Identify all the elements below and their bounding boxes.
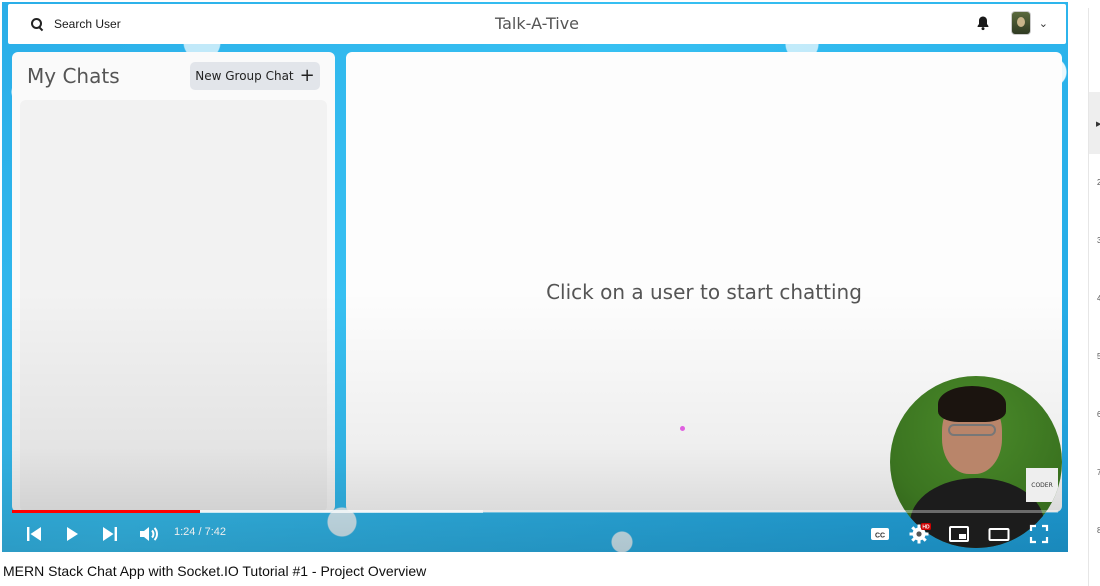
fullscreen-icon[interactable] (1027, 522, 1051, 546)
captions-icon[interactable]: CC (868, 522, 892, 546)
empty-chat-message: Click on a user to start chatting (546, 280, 862, 304)
settings-icon[interactable]: HD (907, 522, 931, 546)
cursor-dot (680, 426, 685, 431)
search-icon (30, 17, 44, 31)
miniplayer-icon[interactable] (947, 522, 971, 546)
volume-icon[interactable] (136, 522, 160, 546)
hd-badge: HD (922, 525, 930, 531)
app-header: Search User Talk-A-Tive ⌄ (8, 4, 1066, 44)
video-title: MERN Stack Chat App with Socket.IO Tutor… (3, 563, 427, 579)
now-playing-icon: ▶ (1096, 120, 1100, 128)
plus-icon: + (299, 65, 315, 86)
bell-icon[interactable] (975, 15, 991, 31)
previous-icon[interactable] (22, 522, 46, 546)
channel-badge: CODER (1026, 468, 1058, 502)
time-display: 1:24 / 7:42 (174, 526, 226, 538)
avatar[interactable] (1010, 11, 1031, 35)
progress-bar[interactable] (12, 510, 1058, 513)
app-brand-title: Talk-A-Tive (495, 14, 579, 33)
chat-list[interactable] (20, 100, 327, 512)
progress-played (12, 510, 201, 513)
play-icon[interactable] (60, 522, 84, 546)
playlist-sidebar[interactable]: ▶ 2 3 4 5 6 7 8 (1088, 8, 1100, 586)
my-chats-title: My Chats (27, 64, 120, 88)
new-group-chat-button[interactable]: New Group Chat + (190, 62, 320, 90)
video-player[interactable]: Search User Talk-A-Tive ⌄ My Chats New G… (2, 2, 1068, 552)
new-group-chat-label: New Group Chat (195, 69, 294, 83)
player-controls: 1:24 / 7:42 CC HD (2, 518, 1068, 552)
my-chats-panel: My Chats New Group Chat + (12, 52, 335, 512)
search-user-label: Search User (54, 17, 121, 31)
search-user-button[interactable]: Search User (24, 9, 127, 39)
svg-text:CC: CC (875, 533, 885, 540)
theater-mode-icon[interactable] (987, 522, 1011, 546)
next-icon[interactable] (98, 522, 122, 546)
chevron-down-icon[interactable]: ⌄ (1039, 17, 1048, 30)
